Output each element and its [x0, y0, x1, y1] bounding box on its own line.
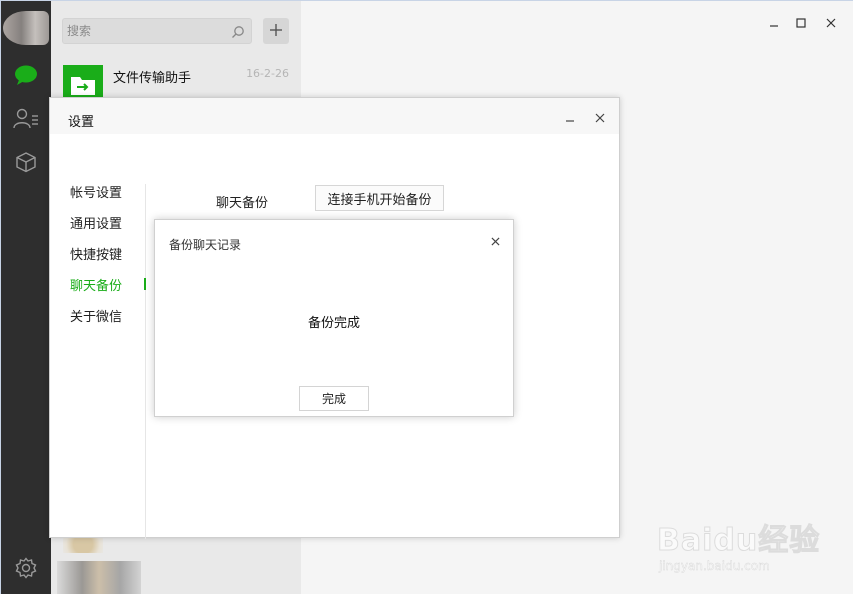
avatar[interactable]	[3, 11, 49, 45]
menu-item-chat-backup[interactable]: 聊天备份	[70, 275, 122, 294]
chat-name: 文件传输助手	[113, 71, 192, 86]
maximize-icon[interactable]	[793, 15, 809, 31]
watermark-url: jingyan.baidu.com	[659, 559, 770, 573]
search-input[interactable]	[67, 19, 227, 43]
contacts-icon[interactable]	[13, 105, 39, 131]
nav-sidebar	[1, 1, 51, 594]
done-button[interactable]: 完成	[299, 386, 369, 411]
start-backup-button[interactable]: 连接手机开始备份	[315, 185, 444, 211]
plus-icon	[269, 22, 283, 41]
box-icon[interactable]	[13, 149, 39, 175]
search-icon[interactable]	[231, 24, 245, 38]
modal-title: 备份聊天记录	[169, 238, 242, 252]
active-indicator	[144, 278, 146, 290]
gear-icon[interactable]	[13, 555, 39, 581]
close-icon[interactable]	[823, 15, 839, 31]
menu-item-account[interactable]: 帐号设置	[70, 182, 122, 201]
section-label: 聊天备份	[216, 196, 269, 211]
settings-title: 设置	[68, 115, 95, 130]
backup-modal: 备份聊天记录 备份完成 完成	[154, 219, 514, 417]
minimize-icon[interactable]	[563, 110, 577, 126]
menu-divider	[145, 184, 146, 539]
modal-message: 备份完成	[307, 316, 360, 331]
menu-item-general[interactable]: 通用设置	[70, 213, 122, 232]
blurred-avatar	[57, 561, 141, 594]
wechat-window: 文件传输助手 16-2-26 Baidu经验 jingyan.baidu.com…	[0, 0, 853, 594]
close-icon[interactable]	[488, 234, 502, 248]
close-icon[interactable]	[593, 110, 607, 126]
chat-time: 16-2-26	[246, 67, 289, 80]
watermark: Baidu经验 jingyan.baidu.com	[651, 501, 841, 581]
watermark-brand: Baidu经验	[656, 523, 821, 559]
chat-icon[interactable]	[13, 62, 39, 88]
minimize-icon[interactable]	[766, 15, 782, 31]
search-box[interactable]	[62, 18, 252, 44]
menu-item-about[interactable]: 关于微信	[70, 306, 122, 325]
menu-item-shortcuts[interactable]: 快捷按键	[70, 244, 122, 263]
add-button[interactable]	[263, 18, 289, 44]
settings-titlebar	[50, 98, 619, 134]
